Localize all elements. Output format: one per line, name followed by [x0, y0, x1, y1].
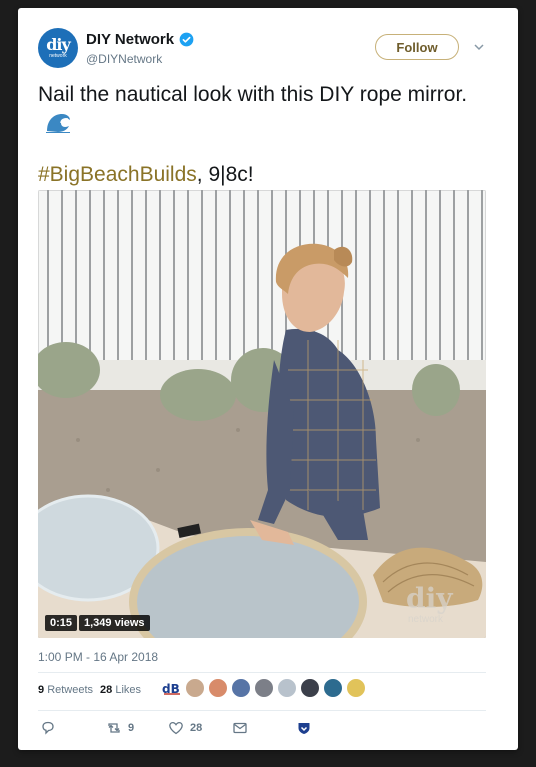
account-handle[interactable]: @DIYNetwork	[86, 52, 162, 66]
likes-count: 28	[100, 684, 113, 696]
liker-avatar[interactable]	[254, 678, 274, 698]
video-views-badge: 1,349 views	[79, 615, 150, 631]
liker-avatar[interactable]	[300, 678, 320, 698]
account-name-line[interactable]: DIY Network	[86, 31, 194, 48]
retweet-icon	[108, 723, 120, 733]
liker-avatar[interactable]	[323, 678, 343, 698]
reply-button[interactable]	[40, 720, 62, 736]
retweet-button[interactable]: 9	[106, 720, 134, 736]
tweet-airtime: , 9|8c!	[196, 163, 254, 186]
video-duration-badge: 0:15	[45, 615, 78, 631]
liker-avatars: dB	[162, 678, 366, 698]
divider	[38, 672, 486, 673]
like-button[interactable]: 28	[168, 720, 202, 736]
like-count: 28	[190, 722, 203, 734]
video-frame: diy network	[38, 190, 486, 638]
liker-avatar[interactable]	[185, 678, 205, 698]
liker-avatar[interactable]	[346, 678, 366, 698]
tweet-hashtag-line: #BigBeachBuilds, 9|8c!	[38, 160, 478, 189]
reply-icon	[42, 721, 54, 735]
water-wave-icon	[46, 114, 70, 133]
likes-stat[interactable]: 28 Likes	[100, 684, 141, 696]
follow-button[interactable]: Follow	[375, 34, 459, 60]
shield-check-icon	[298, 723, 310, 734]
avatar-logo-main: diy	[46, 35, 71, 54]
video-player[interactable]: diy network 0:15 1,349 views	[38, 190, 486, 638]
engagement-stats: 9 Retweets 28 Likes	[38, 684, 141, 696]
tweet-card: diy network DIY Network @DIYNetwork Foll…	[18, 8, 518, 750]
hashtag-link[interactable]: #BigBeachBuilds	[38, 163, 197, 186]
envelope-icon	[233, 722, 247, 734]
tweet-text-line: Nail the nautical look with this DIY rop…	[38, 83, 468, 106]
retweets-label: Retweets	[47, 684, 94, 696]
retweets-count: 9	[38, 684, 45, 696]
divider	[38, 710, 486, 711]
liker-avatar[interactable]	[208, 678, 228, 698]
retweet-count: 9	[128, 722, 135, 734]
avatar[interactable]: diy network	[38, 28, 78, 68]
direct-message-button[interactable]	[232, 720, 248, 736]
heart-icon	[169, 721, 183, 735]
liker-avatar[interactable]	[277, 678, 297, 698]
watermark-main: diy	[406, 582, 453, 615]
liker-logo-avatar[interactable]: dB	[162, 679, 182, 697]
tweet-text: Nail the nautical look with this DIY rop…	[38, 80, 478, 138]
watermark-sub: network	[408, 614, 444, 625]
chevron-down-icon[interactable]	[473, 41, 485, 53]
liker-avatar[interactable]	[231, 678, 251, 698]
tweet-actions: 9 28	[38, 720, 486, 740]
retweets-stat[interactable]: 9 Retweets	[38, 684, 93, 696]
tweet-timestamp[interactable]: 1:00 PM - 16 Apr 2018	[38, 650, 158, 664]
account-name[interactable]: DIY Network	[86, 31, 174, 48]
more-menu-button[interactable]	[296, 720, 312, 736]
avatar-logo-sub: network	[49, 53, 67, 59]
verified-badge-icon	[179, 32, 194, 47]
likes-label: Likes	[115, 684, 142, 696]
